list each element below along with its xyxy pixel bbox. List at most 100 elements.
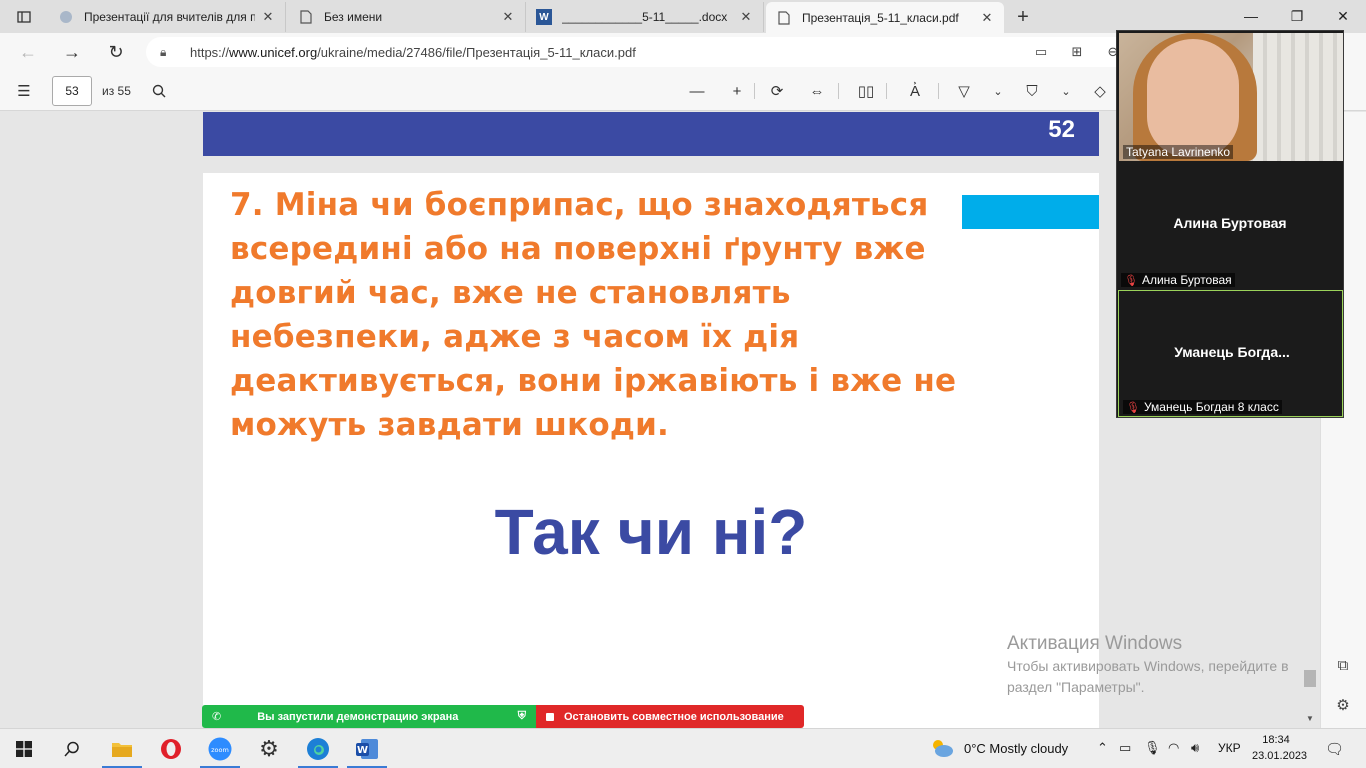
scroll-down-icon[interactable]: ▼ [1304, 714, 1316, 723]
file-explorer-icon[interactable] [98, 729, 146, 768]
svg-text:zoom: zoom [211, 746, 229, 754]
chevron-up-icon[interactable]: ⌃ [1097, 740, 1108, 756]
lock-icon: 🔒︎ [160, 44, 167, 59]
fit-width-icon[interactable]: ⇔ [804, 79, 830, 103]
search-taskbar-icon[interactable] [48, 729, 96, 768]
url-input[interactable]: 🔒︎ https://www.unicef.org/ukraine/media/… [146, 37, 1136, 67]
sidebar-expand-icon[interactable]: ⧉ [1330, 652, 1356, 678]
tab-presentations[interactable]: Презентації для вчителів для про ✕ [48, 2, 286, 32]
new-tab-button[interactable]: + [1006, 4, 1040, 30]
system-clock[interactable]: 18:34 23.01.2023 [1252, 732, 1307, 764]
separator [754, 83, 755, 99]
highlight-icon[interactable]: ⛉ [1019, 79, 1045, 103]
close-window-icon[interactable]: ✕ [1320, 0, 1366, 32]
share-status-text: Вы запустили демонстрацию экрана [257, 710, 459, 723]
background-curtain [1253, 33, 1343, 161]
microphone-icon[interactable]: 🎙︎ [1144, 740, 1161, 756]
participant-display-name: Алина Буртовая [1173, 215, 1287, 231]
volume-icon[interactable]: 🔊︎ [1191, 740, 1199, 756]
current-page: 7. Міна чи боєприпас, що знаходяться все… [203, 173, 1099, 728]
wifi-icon[interactable]: ◠ [1168, 740, 1179, 756]
participant-name-label: Tatyana Lavrinenko [1123, 145, 1234, 159]
zoom-video-panel[interactable]: Tatyana Lavrinenko Алина Буртовая 🎙︎ Али… [1116, 30, 1344, 418]
back-icon[interactable]: ← [12, 38, 44, 66]
browser-tab-bar: Презентації для вчителів для про ✕ Без и… [0, 0, 1366, 33]
apps-icon[interactable]: ⊞ [1066, 42, 1088, 62]
url-scheme: https:// [190, 44, 230, 60]
tab-title: Без имени [324, 10, 383, 24]
tab-pdf[interactable]: Презентація_5-11_класи.pdf ✕ [766, 2, 1004, 33]
slide-statement: 7. Міна чи боєприпас, що знаходяться все… [230, 187, 957, 443]
search-icon[interactable] [146, 79, 172, 103]
participant-tile[interactable]: Алина Буртовая 🎙︎ Алина Буртовая [1117, 161, 1343, 289]
read-aloud-text-icon[interactable]: A͐ [902, 79, 928, 103]
svg-text:W: W [357, 745, 368, 756]
forward-icon[interactable]: → [56, 38, 88, 66]
weather-text[interactable]: 0°C Mostly cloudy [964, 741, 1068, 756]
windows-icon [16, 741, 32, 757]
slide-number: 52 [1048, 116, 1075, 143]
url-host: www.unicef.org [229, 44, 318, 60]
activation-title: Активация Windows [1007, 633, 1183, 654]
windows-taskbar: zoom ⚙ W 0°C Mostly cloudy ⌃ ▭ 🎙︎ ◠ 🔊︎ У… [0, 728, 1366, 768]
page-total: из 55 [102, 84, 131, 98]
page-icon [776, 10, 792, 26]
share-status: ✆ Вы запустили демонстрацию экрана ⛨ [202, 705, 536, 728]
url-path: /ukraine/media/27486/file/Презентація_5-… [317, 44, 636, 60]
read-aloud-icon[interactable]: ▭ [1030, 42, 1052, 62]
participant-display-name: Уманець Богда... [1174, 344, 1290, 360]
slide-question: Так чи ні? [494, 496, 808, 568]
chevron-down-icon[interactable]: ⌄ [985, 79, 1011, 103]
participant-name: Tatyana Lavrinenko [1126, 145, 1231, 159]
contents-icon[interactable]: ☰ [11, 79, 37, 103]
tab-untitled[interactable]: Без имени ✕ [288, 2, 526, 32]
gear-icon[interactable]: ⚙ [1330, 692, 1356, 718]
participant-name-label: 🎙︎ Уманець Богдан 8 класс [1123, 400, 1282, 414]
rotate-icon[interactable]: ⟳ [764, 79, 790, 103]
participant-video-tile[interactable]: Tatyana Lavrinenko [1119, 33, 1343, 161]
edge-icon[interactable] [294, 729, 342, 768]
separator [838, 83, 839, 99]
tab-docx[interactable]: W ____________5-11_____.docx ✕ [526, 2, 764, 32]
eraser-icon[interactable]: ◇ [1087, 79, 1113, 103]
page-view-icon[interactable]: ▯▯ [853, 79, 879, 103]
share-icon: ✆ [212, 711, 222, 723]
close-icon[interactable]: ✕ [980, 10, 994, 26]
close-icon[interactable]: ✕ [501, 9, 515, 25]
zoom-out-icon[interactable]: — [684, 79, 710, 103]
opera-icon[interactable] [147, 729, 195, 768]
battery-icon[interactable]: ▭ [1119, 740, 1131, 756]
weather-icon[interactable] [929, 737, 955, 762]
tab-actions-icon[interactable] [7, 4, 41, 30]
restore-icon[interactable]: ❐ [1274, 0, 1320, 32]
minimize-icon[interactable]: — [1228, 0, 1274, 32]
globe-icon [58, 9, 74, 25]
zoom-share-bar: ✆ Вы запустили демонстрацию экрана ⛨ Ост… [202, 705, 804, 728]
page-icon [298, 9, 314, 25]
separator [938, 83, 939, 99]
close-icon[interactable]: ✕ [261, 9, 275, 25]
separator [886, 83, 887, 99]
zoom-app-icon[interactable]: zoom [196, 729, 244, 768]
word-app-icon[interactable]: W [343, 729, 391, 768]
language-indicator[interactable]: УКР [1218, 741, 1241, 755]
shield-icon: ⛨ [517, 710, 526, 722]
settings-icon[interactable]: ⚙ [245, 729, 293, 768]
close-icon[interactable]: ✕ [739, 9, 753, 25]
participant-name: Алина Буртовая [1141, 273, 1232, 287]
clock-time: 18:34 [1262, 734, 1290, 746]
zoom-in-icon[interactable]: + [724, 79, 750, 103]
participant-name: Уманець Богдан 8 класс [1143, 400, 1279, 414]
start-button[interactable] [0, 729, 48, 768]
chevron-down-icon[interactable]: ⌄ [1053, 79, 1079, 103]
participant-tile-active[interactable]: Уманець Богда... 🎙︎ Уманець Богдан 8 кла… [1118, 290, 1343, 417]
mic-muted-icon: 🎙︎ [1126, 401, 1140, 414]
stop-share-button[interactable]: Остановить совместное использование [536, 705, 804, 728]
draw-icon[interactable]: ▽ [951, 79, 977, 103]
tab-title: Презентація_5-11_класи.pdf [802, 10, 959, 25]
refresh-icon[interactable]: ↻ [100, 38, 132, 66]
tab-title: Презентації для вчителів для про [84, 10, 255, 24]
tab-title: ____________5-11_____.docx [562, 10, 728, 24]
page-number-input[interactable]: 53 [52, 76, 92, 106]
notification-icon[interactable]: 🗨︎ [1325, 740, 1344, 758]
